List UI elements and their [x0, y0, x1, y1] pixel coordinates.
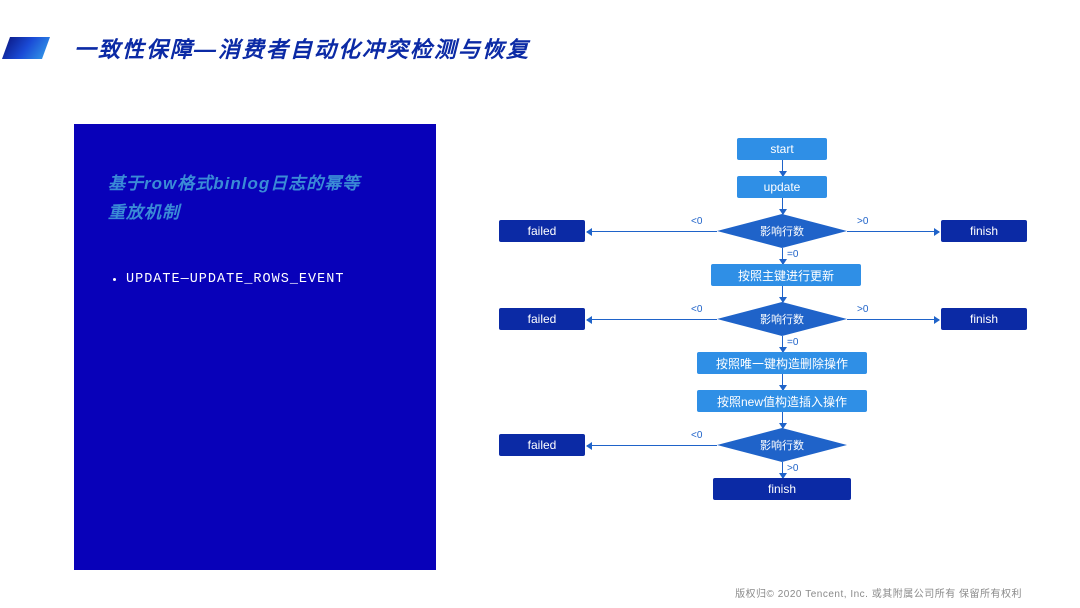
arrow — [847, 319, 939, 320]
node-new-insert: 按照new值构造插入操作 — [697, 390, 867, 412]
arrow — [782, 198, 783, 214]
panel-heading: 基于row格式binlog日志的幂等 重放机制 — [108, 170, 406, 228]
arrow — [782, 160, 783, 176]
decision-3: 影响行数 — [717, 428, 847, 462]
panel-heading-line2: 重放机制 — [108, 203, 180, 222]
node-pk-update: 按照主键进行更新 — [711, 264, 861, 286]
arrow — [847, 231, 939, 232]
node-finish-final: finish — [713, 478, 851, 500]
arrow — [587, 231, 717, 232]
arrow — [782, 374, 783, 390]
decision-2: 影响行数 — [717, 302, 847, 336]
cond-gt0-2: >0 — [857, 304, 868, 315]
flowchart: start update 影响行数 <0 failed >0 finish =0… — [465, 124, 1047, 570]
cond-lt0-2: <0 — [691, 304, 702, 315]
node-failed-2: failed — [499, 308, 585, 330]
cond-eq0-1: =0 — [787, 249, 798, 260]
panel-bullets: UPDATE—UPDATE_ROWS_EVENT — [108, 272, 406, 287]
cond-lt0-3: <0 — [691, 430, 702, 441]
slide-title: 一致性保障—消费者自动化冲突检测与恢复 — [74, 32, 530, 64]
node-finish-2: finish — [941, 308, 1027, 330]
node-finish-1: finish — [941, 220, 1027, 242]
decision-3-label: 影响行数 — [760, 437, 804, 453]
arrow — [587, 445, 717, 446]
decision-2-label: 影响行数 — [760, 311, 804, 327]
node-failed-1: failed — [499, 220, 585, 242]
panel-bullet-1: UPDATE—UPDATE_ROWS_EVENT — [126, 272, 406, 287]
left-panel: 基于row格式binlog日志的幂等 重放机制 UPDATE—UPDATE_RO… — [74, 124, 436, 570]
footer-copyright: 版权归© 2020 Tencent, Inc. 或其附属公司所有 保留所有权利 — [735, 585, 1022, 600]
title-bar: 一致性保障—消费者自动化冲突检测与恢复 — [0, 32, 530, 64]
arrow — [782, 462, 783, 478]
node-start: start — [737, 138, 827, 160]
arrow — [782, 248, 783, 264]
decision-1-label: 影响行数 — [760, 223, 804, 239]
node-failed-3: failed — [499, 434, 585, 456]
arrow — [782, 336, 783, 352]
cond-gt0-1: >0 — [857, 216, 868, 227]
node-uk-delete: 按照唯一键构造删除操作 — [697, 352, 867, 374]
arrow — [587, 319, 717, 320]
arrow — [782, 412, 783, 428]
cond-eq0-2: =0 — [787, 337, 798, 348]
panel-heading-line1: 基于row格式binlog日志的幂等 — [108, 174, 360, 193]
node-update: update — [737, 176, 827, 198]
arrow — [782, 286, 783, 302]
cond-gt0-3: >0 — [787, 463, 798, 474]
decision-1: 影响行数 — [717, 214, 847, 248]
title-accent — [2, 37, 50, 59]
slide: 一致性保障—消费者自动化冲突检测与恢复 基于row格式binlog日志的幂等 重… — [0, 0, 1080, 608]
cond-lt0-1: <0 — [691, 216, 702, 227]
